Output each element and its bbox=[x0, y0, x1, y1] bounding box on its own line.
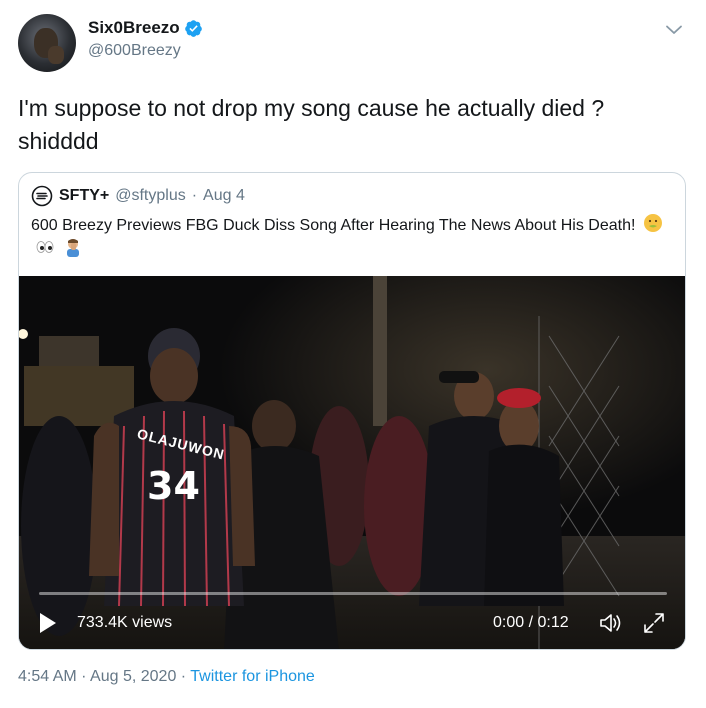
footer-separator: · bbox=[81, 668, 87, 685]
sfty-logo-icon[interactable] bbox=[31, 185, 53, 207]
tweet-source-link[interactable]: Twitter for iPhone bbox=[190, 668, 315, 685]
eyes-emoji bbox=[36, 241, 54, 253]
quoted-tweet-text-body: 600 Breezy Previews FBG Duck Diss Song A… bbox=[31, 217, 636, 234]
verified-badge-icon bbox=[184, 19, 202, 37]
footer-separator: · bbox=[180, 668, 187, 685]
author-display-name-text: Six0Breezo bbox=[88, 18, 180, 37]
avatar-hand bbox=[48, 46, 64, 64]
jersey-number: 34 bbox=[147, 464, 200, 508]
tweet-date[interactable]: Aug 5, 2020 bbox=[90, 668, 176, 685]
expand-icon[interactable] bbox=[643, 612, 665, 634]
tweet-time[interactable]: 4:54 AM bbox=[18, 668, 77, 685]
author-handle[interactable]: @600Breezy bbox=[88, 42, 203, 60]
video-controls: 733.4K views 0:00 / 0:12 bbox=[19, 602, 685, 642]
video-player[interactable]: OLAJUWON 34 733.4K views 0:00 / 0:12 bbox=[19, 276, 685, 649]
quoted-separator: · bbox=[191, 187, 198, 204]
quoted-tweet[interactable]: SFTY+ @sftyplus · Aug 4 600 Breezy Previ… bbox=[18, 172, 686, 650]
quoted-handle[interactable]: @sftyplus bbox=[115, 187, 185, 205]
tweet-footer: 4:54 AM · Aug 5, 2020 · Twitter for iPho… bbox=[18, 668, 315, 686]
video-time: 0:00 / 0:12 bbox=[493, 614, 569, 631]
tweet: Six0Breezo @600Breezy I'm suppose to not… bbox=[0, 0, 706, 708]
play-icon[interactable] bbox=[39, 612, 57, 634]
man-facepalming-emoji bbox=[67, 239, 80, 257]
video-progress-bar[interactable] bbox=[39, 592, 667, 595]
tweet-text: I'm suppose to not drop my song cause he… bbox=[18, 95, 605, 154]
chevron-down-icon[interactable] bbox=[664, 20, 684, 40]
quoted-tweet-header: SFTY+ @sftyplus · Aug 4 bbox=[31, 185, 245, 207]
quoted-tweet-text: 600 Breezy Previews FBG Duck Diss Song A… bbox=[31, 213, 671, 261]
volume-icon[interactable] bbox=[599, 612, 623, 634]
author-name-block[interactable]: Six0Breezo @600Breezy bbox=[88, 18, 203, 60]
quoted-date[interactable]: Aug 4 bbox=[203, 187, 245, 205]
author-avatar[interactable] bbox=[18, 14, 76, 72]
nauseated-face-emoji bbox=[643, 214, 662, 232]
quoted-display-name[interactable]: SFTY+ bbox=[59, 187, 109, 205]
view-count: 733.4K views bbox=[77, 614, 173, 631]
author-display-name[interactable]: Six0Breezo bbox=[88, 18, 203, 38]
